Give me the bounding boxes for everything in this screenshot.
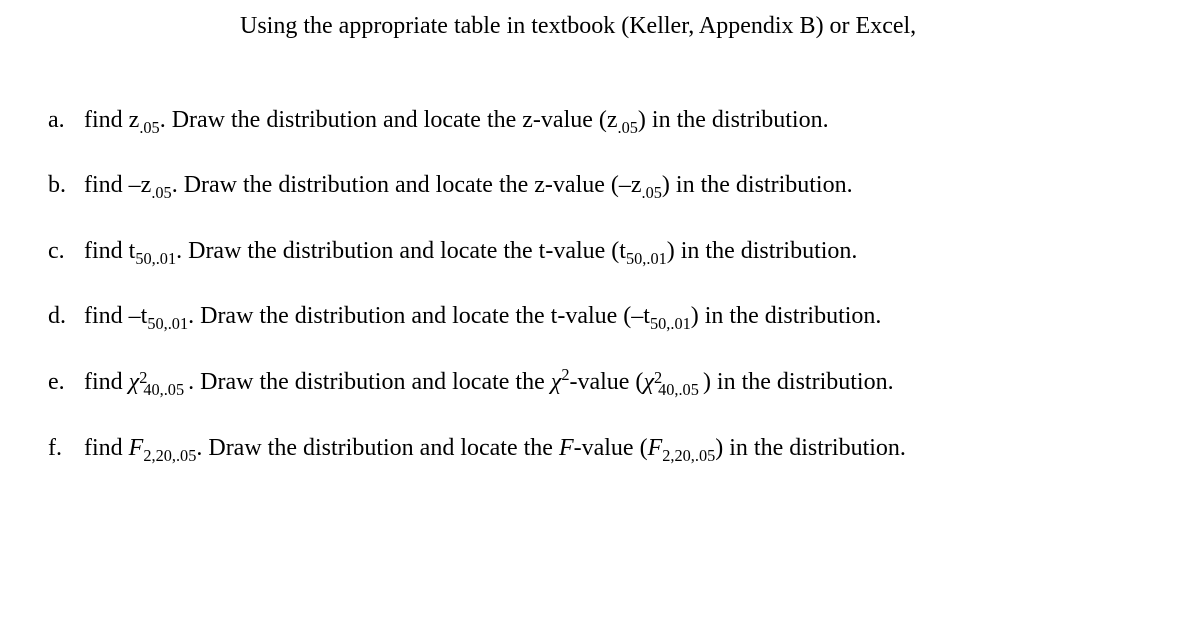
text-e-chisq: χ (551, 369, 562, 395)
item-text-d: find –t50,.01. Draw the distribution and… (84, 300, 1160, 334)
text-e-chi2: χ (643, 369, 654, 395)
text-d-suffix: ) in the distribution. (691, 303, 882, 329)
text-e-sub1: 40,.05 (143, 380, 184, 399)
list-item-e: e. find χ240,.05. Draw the distribution … (40, 366, 1160, 400)
bullet-d: d. (40, 300, 84, 334)
text-d-mid1: . Draw the distribution and locate the t… (188, 303, 650, 329)
text-d-sub1: 50,.01 (147, 314, 188, 333)
text-e-prefix: find (84, 369, 129, 395)
item-text-c: find t50,.01. Draw the distribution and … (84, 235, 1160, 269)
text-f-mid1: . Draw the distribution and locate the (196, 435, 559, 461)
text-f-Fmid: F (559, 435, 574, 461)
text-f-F2: F (648, 435, 663, 461)
text-b-sub1: .05 (151, 183, 171, 202)
list-item-a: a. find z.05. Draw the distribution and … (40, 104, 1160, 138)
text-d-sub2: 50,.01 (650, 314, 691, 333)
list-item-c: c. find t50,.01. Draw the distribution a… (40, 235, 1160, 269)
bullet-f: f. (40, 432, 84, 466)
list-item-f: f. find F2,20,.05. Draw the distribution… (40, 432, 1160, 466)
problem-list: a. find z.05. Draw the distribution and … (40, 104, 1160, 466)
text-e-sub2: 40,.05 (658, 380, 699, 399)
text-f-sub1: 2,20,.05 (143, 445, 196, 464)
text-f-sub2: 2,20,.05 (662, 445, 715, 464)
text-e-mid1: . Draw the distribution and locate the (188, 369, 551, 395)
text-a-prefix: find z (84, 107, 139, 133)
text-a-sub2: .05 (618, 117, 638, 136)
text-e-chi1: χ (129, 369, 140, 395)
text-b-suffix: ) in the distribution. (662, 172, 853, 198)
text-c-suffix: ) in the distribution. (667, 238, 858, 264)
bullet-a: a. (40, 104, 84, 138)
text-c-sub2: 50,.01 (626, 249, 667, 268)
bullet-b: b. (40, 169, 84, 203)
text-a-mid1: . Draw the distribution and locate the z… (160, 107, 618, 133)
text-c-prefix: find t (84, 238, 135, 264)
text-f-suffix: ) in the distribution. (715, 435, 906, 461)
text-f-prefix: find (84, 435, 129, 461)
text-c-mid1: . Draw the distribution and locate the t… (176, 238, 626, 264)
item-text-e: find χ240,.05. Draw the distribution and… (84, 366, 1160, 400)
bullet-c: c. (40, 235, 84, 269)
text-c-sub1: 50,.01 (135, 249, 176, 268)
text-e-mid2: -value ( (569, 369, 643, 395)
text-a-sub1: .05 (139, 117, 159, 136)
text-b-prefix: find –z (84, 172, 151, 198)
list-item-b: b. find –z.05. Draw the distribution and… (40, 169, 1160, 203)
bullet-e: e. (40, 366, 84, 400)
document-container: Using the appropriate table in textbook … (0, 0, 1200, 517)
text-a-suffix: ) in the distribution. (638, 107, 829, 133)
text-d-prefix: find –t (84, 303, 147, 329)
intro-text: Using the appropriate table in textbook … (240, 10, 1160, 44)
item-text-b: find –z.05. Draw the distribution and lo… (84, 169, 1160, 203)
text-e-suffix: ) in the distribution. (703, 369, 894, 395)
text-b-mid1: . Draw the distribution and locate the z… (172, 172, 642, 198)
text-f-mid2: -value ( (574, 435, 648, 461)
text-b-sub2: .05 (642, 183, 662, 202)
list-item-d: d. find –t50,.01. Draw the distribution … (40, 300, 1160, 334)
item-text-f: find F2,20,.05. Draw the distribution an… (84, 432, 1160, 466)
item-text-a: find z.05. Draw the distribution and loc… (84, 104, 1160, 138)
text-f-F1: F (129, 435, 144, 461)
